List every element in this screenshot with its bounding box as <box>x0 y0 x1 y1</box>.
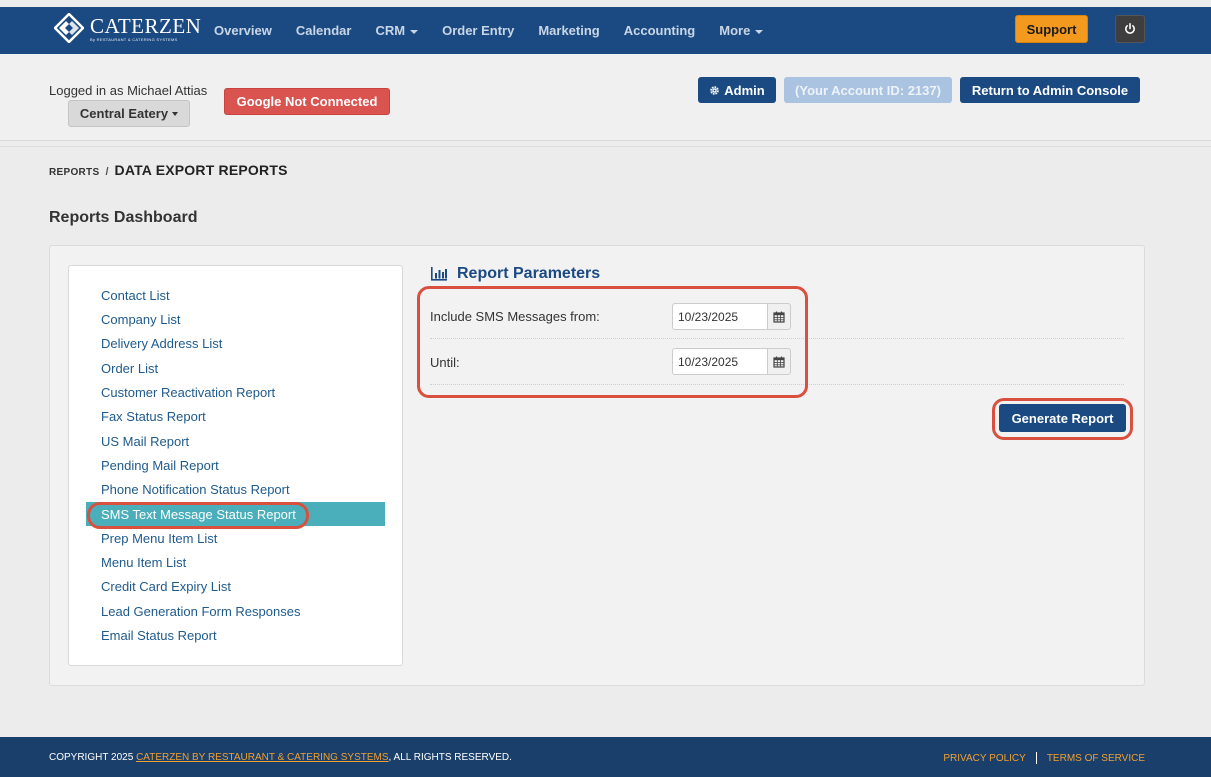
support-button[interactable]: Support <box>1015 15 1088 43</box>
nav-label: Marketing <box>538 23 600 38</box>
nav-order-entry[interactable]: Order Entry <box>430 23 526 38</box>
report-item-menu-item-list[interactable]: Menu Item List <box>101 555 186 570</box>
sms-until-calendar-button[interactable] <box>767 348 791 375</box>
report-item-sms-status-active[interactable]: SMS Text Message Status Report <box>86 502 385 526</box>
copyright-prefix: COPYRIGHT 2025 <box>49 752 137 763</box>
nav-label: More <box>719 23 751 38</box>
report-item-fax-status[interactable]: Fax Status Report <box>101 409 206 424</box>
report-item-lead-generation[interactable]: Lead Generation Form Responses <box>101 604 300 619</box>
nav-crm[interactable]: CRM <box>363 23 430 38</box>
logo-text: CATERZEN By RESTAURANT & CATERING SYSTEM… <box>90 15 201 42</box>
admin-button[interactable]: Admin <box>698 77 776 103</box>
logo-diamond-icon <box>53 12 85 44</box>
copyright-text: COPYRIGHT 2025 CATERZEN BY RESTAURANT & … <box>49 752 512 763</box>
sms-until-date-input[interactable] <box>672 348 767 375</box>
calendar-icon <box>773 356 785 368</box>
location-label: Central Eatery <box>79 106 169 121</box>
sms-from-date-input[interactable] <box>672 303 767 330</box>
location-dropdown[interactable]: Central Eatery <box>68 100 190 127</box>
account-id-badge: (Your Account ID: 2137) <box>784 77 952 103</box>
footer-separator <box>1035 752 1037 764</box>
nav-more[interactable]: More <box>707 23 775 38</box>
breadcrumb-separator: / <box>105 166 109 178</box>
divider <box>430 338 1124 339</box>
power-icon <box>1125 23 1135 34</box>
report-item-us-mail[interactable]: US Mail Report <box>101 434 189 449</box>
main-nav: Overview Calendar CRM Order Entry Market… <box>202 7 775 54</box>
sms-until-date-group <box>672 348 791 375</box>
copyright-suffix: , ALL RIGHTS RESERVED. <box>388 752 512 763</box>
account-header: Logged in as Michael Attias Central Eate… <box>0 54 1211 141</box>
nav-label: Overview <box>214 23 272 38</box>
return-admin-console-button[interactable]: Return to Admin Console <box>960 77 1140 103</box>
gear-icon <box>710 85 720 95</box>
sms-from-label: Include SMS Messages from: <box>430 309 600 324</box>
divider <box>0 146 1211 147</box>
company-link[interactable]: CATERZEN BY RESTAURANT & CATERING SYSTEM… <box>136 752 388 763</box>
caret-down-icon <box>172 111 179 116</box>
report-item-phone-notification[interactable]: Phone Notification Status Report <box>101 482 290 497</box>
footer: COPYRIGHT 2025 CATERZEN BY RESTAURANT & … <box>0 737 1211 777</box>
admin-label: Admin <box>724 82 765 98</box>
privacy-policy-link[interactable]: PRIVACY POLICY <box>943 753 1025 764</box>
bar-chart-icon <box>431 267 447 281</box>
report-parameters-heading: Report Parameters <box>430 265 600 283</box>
footer-links: PRIVACY POLICY TERMS OF SERVICE <box>943 752 1145 764</box>
nav-label: Order Entry <box>442 23 515 38</box>
caret-down-icon <box>755 29 764 34</box>
report-parameters-title: Report Parameters <box>457 265 601 282</box>
google-status-button[interactable]: Google Not Connected <box>224 88 390 115</box>
generate-report-button[interactable]: Generate Report <box>999 404 1126 432</box>
report-item-company-list[interactable]: Company List <box>101 312 180 327</box>
sms-from-calendar-button[interactable] <box>767 303 791 330</box>
breadcrumb: REPORTS / DATA EXPORT REPORTS <box>49 162 288 178</box>
logged-in-text: Logged in as Michael Attias <box>49 83 208 98</box>
page-title: Reports Dashboard <box>49 209 198 226</box>
top-navbar: CATERZEN By RESTAURANT & CATERING SYSTEM… <box>0 7 1211 54</box>
brand-name: CATERZEN <box>90 13 202 38</box>
logout-button[interactable] <box>1115 15 1145 43</box>
sms-until-label: Until: <box>430 355 460 370</box>
report-item-delivery-address-list[interactable]: Delivery Address List <box>101 336 222 351</box>
caterzen-logo[interactable]: CATERZEN By RESTAURANT & CATERING SYSTEM… <box>53 12 201 44</box>
sms-from-date-group <box>672 303 791 330</box>
report-item-order-list[interactable]: Order List <box>101 361 158 376</box>
report-item-credit-card-expiry[interactable]: Credit Card Expiry List <box>101 579 231 594</box>
report-item-email-status[interactable]: Email Status Report <box>101 628 217 643</box>
brand-tagline: By RESTAURANT & CATERING SYSTEMS <box>90 36 178 42</box>
report-item-pending-mail[interactable]: Pending Mail Report <box>101 458 219 473</box>
nav-overview[interactable]: Overview <box>202 23 284 38</box>
nav-marketing[interactable]: Marketing <box>526 23 611 38</box>
caret-down-icon <box>410 29 419 34</box>
nav-label: Accounting <box>623 23 696 38</box>
nav-accounting[interactable]: Accounting <box>612 23 708 38</box>
report-item-contact-list[interactable]: Contact List <box>101 288 170 303</box>
report-item-customer-reactivation[interactable]: Customer Reactivation Report <box>101 385 275 400</box>
nav-label: CRM <box>375 23 406 38</box>
calendar-icon <box>773 311 785 323</box>
breadcrumb-reports-link[interactable]: REPORTS <box>49 167 99 178</box>
nav-calendar[interactable]: Calendar <box>284 23 364 38</box>
nav-label: Calendar <box>295 23 352 38</box>
terms-of-service-link[interactable]: TERMS OF SERVICE <box>1047 753 1145 764</box>
divider <box>430 384 1124 385</box>
report-item-prep-menu-item-list[interactable]: Prep Menu Item List <box>101 531 217 546</box>
breadcrumb-current: DATA EXPORT REPORTS <box>114 162 288 178</box>
